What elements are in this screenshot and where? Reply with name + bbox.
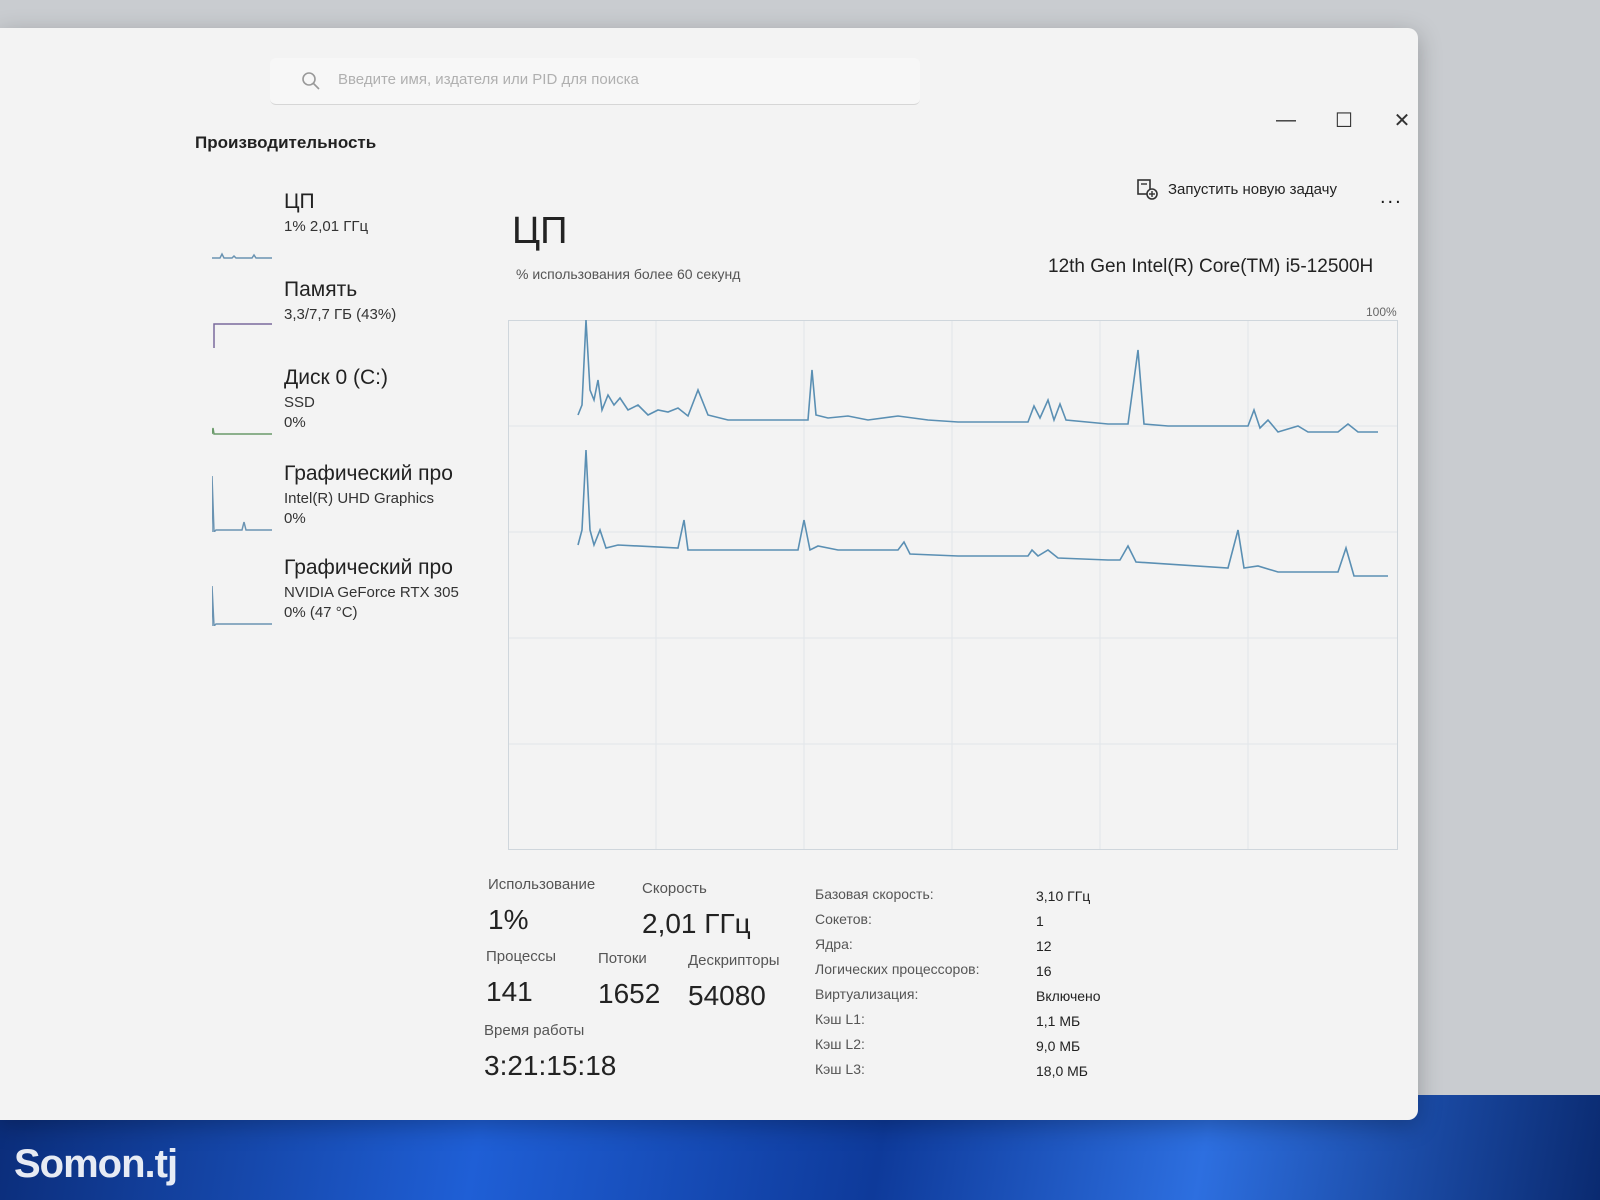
- threads-label: Потоки: [598, 950, 647, 967]
- spec-label: Виртуализация:: [815, 986, 919, 1002]
- processes-value: 141: [486, 976, 533, 1007]
- cpu-section-title: ЦП: [512, 210, 568, 252]
- spec-value: Включено: [1036, 988, 1101, 1004]
- sidebar-item-gpu-1-model: NVIDIA GeForce RTX 305: [284, 584, 459, 601]
- cpu-usage-graph: [508, 320, 1398, 850]
- uptime-label: Время работы: [484, 1022, 585, 1039]
- sidebar-item-cpu-usage: 1% 2,01 ГГц: [284, 218, 369, 235]
- sidebar-item-memory[interactable]: Память 3,3/7,7 ГБ (43%): [200, 278, 470, 362]
- graph-max-label: 100%: [1366, 305, 1397, 319]
- sidebar-item-disk-type: SSD: [284, 394, 315, 411]
- speed-label: Скорость: [642, 880, 707, 897]
- graph-grid: [508, 320, 1398, 850]
- cpu-thumbnail-graph-icon: [212, 252, 272, 259]
- sidebar-item-disk-usage: 0%: [284, 414, 306, 431]
- sidebar-item-disk-0[interactable]: Диск 0 (C:) SSD 0%: [200, 366, 470, 450]
- search-input[interactable]: [336, 70, 900, 89]
- processes-label: Процессы: [486, 948, 557, 965]
- spec-value: 3,10 ГГц: [1036, 888, 1091, 904]
- sidebar-item-cpu-name: ЦП: [284, 190, 315, 213]
- threads-value: 1652: [598, 978, 661, 1009]
- new-task-icon: [1137, 179, 1158, 200]
- cpu-graph-line-upper: [577, 320, 1378, 433]
- usage-label: Использование: [488, 876, 596, 893]
- sidebar-item-memory-name: Память: [284, 278, 358, 301]
- disk-thumbnail-graph-icon: [212, 427, 272, 435]
- gpu-0-thumbnail-graph-icon: [212, 475, 272, 532]
- usage-value: 1%: [488, 904, 529, 935]
- spec-label: Ядра:: [815, 936, 853, 952]
- handles-label: Дескрипторы: [688, 952, 780, 969]
- graph-caption: % использования более 60 секунд: [516, 266, 741, 282]
- run-new-task-button[interactable]: Запустить новую задачу: [1136, 178, 1337, 200]
- spec-value: 1,1 МБ: [1036, 1013, 1081, 1029]
- sidebar-item-gpu-0-name: Графический про: [284, 462, 453, 485]
- spec-label: Кэш L3:: [815, 1061, 865, 1077]
- spec-value: 1: [1036, 913, 1044, 929]
- spec-label: Сокетов:: [815, 911, 872, 927]
- spec-value: 12: [1036, 938, 1052, 954]
- spec-label: Кэш L2:: [815, 1036, 865, 1052]
- sidebar-item-gpu-0[interactable]: Графический про Intel(R) UHD Graphics 0%: [200, 462, 470, 546]
- page-title: Производительность: [195, 133, 377, 152]
- spec-label: Кэш L1:: [815, 1011, 865, 1027]
- handles-value: 54080: [688, 980, 766, 1011]
- sidebar-item-gpu-1[interactable]: Графический про NVIDIA GeForce RTX 305 0…: [200, 556, 470, 640]
- sidebar-item-gpu-1-name: Графический про: [284, 556, 453, 579]
- sidebar-item-memory-usage: 3,3/7,7 ГБ (43%): [284, 306, 397, 323]
- speed-value: 2,01 ГГц: [642, 908, 751, 939]
- more-options-button[interactable]: ...: [1380, 186, 1403, 209]
- sidebar-item-disk-name: Диск 0 (C:): [284, 366, 388, 389]
- run-new-task-label: Запустить новую задачу: [1168, 180, 1337, 198]
- spec-label: Базовая скорость:: [815, 886, 934, 902]
- spec-value: 16: [1036, 963, 1052, 979]
- sidebar-item-cpu[interactable]: ЦП 1% 2,01 ГГц: [200, 190, 470, 274]
- maximize-button[interactable]: ☐: [1324, 100, 1364, 140]
- close-button[interactable]: ✕: [1382, 100, 1422, 140]
- maximize-icon: ☐: [1335, 109, 1353, 132]
- spec-label: Логических процессоров:: [815, 961, 980, 977]
- search-icon: [302, 72, 320, 90]
- spec-value: 18,0 МБ: [1036, 1063, 1088, 1079]
- sidebar-item-gpu-0-usage: 0%: [284, 510, 306, 527]
- watermark: Somon.tj: [14, 1142, 178, 1186]
- minimize-button[interactable]: —: [1266, 100, 1306, 140]
- cpu-model-name: 12th Gen Intel(R) Core(TM) i5-12500H: [1048, 256, 1374, 277]
- sidebar-item-gpu-0-model: Intel(R) UHD Graphics: [284, 490, 435, 507]
- search-box[interactable]: [270, 58, 920, 105]
- close-icon: ✕: [1393, 109, 1411, 132]
- spec-value: 9,0 МБ: [1036, 1038, 1081, 1054]
- uptime-value: 3:21:15:18: [484, 1050, 617, 1081]
- minimize-icon: —: [1276, 108, 1296, 131]
- cpu-graph-line-lower: [577, 449, 1388, 577]
- memory-thumbnail-graph-icon: [213, 323, 272, 348]
- sidebar-item-gpu-1-usage: 0% (47 °C): [284, 604, 358, 621]
- gpu-1-thumbnail-graph-icon: [212, 585, 272, 626]
